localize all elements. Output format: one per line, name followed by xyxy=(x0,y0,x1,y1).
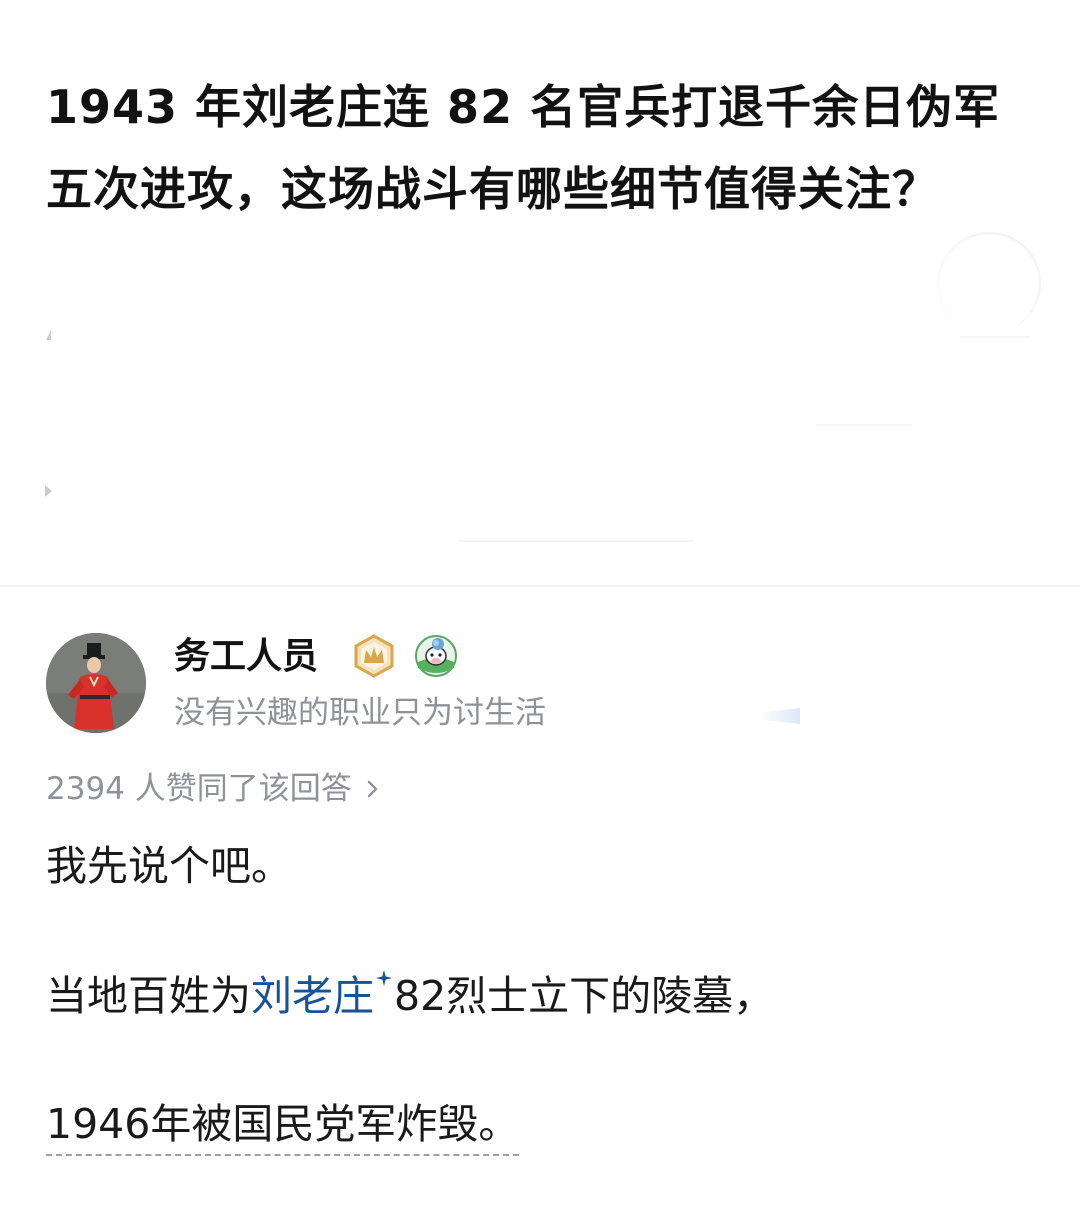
answer-paragraph: 1946年被国民党军炸毁。 xyxy=(46,1094,520,1156)
question-header: 1943 年刘老庄连 82 名官兵打退千余日伪军五次进攻，这场战斗有哪些细节值得… xyxy=(46,66,1006,230)
faded-mark-artifact xyxy=(45,485,52,497)
faded-mark-artifact xyxy=(46,330,51,340)
faded-line-artifact xyxy=(816,424,912,426)
author-bio: 没有兴趣的职业只为讨生活 xyxy=(174,695,546,731)
avatar[interactable] xyxy=(46,633,146,733)
answer-paragraph: 当地百姓为刘老庄 82烈士立下的陵墓， xyxy=(46,966,774,1026)
question-title[interactable]: 1943 年刘老庄连 82 名官兵打退千余日伪军五次进攻，这场战斗有哪些细节值得… xyxy=(46,66,1006,230)
faded-line-artifact xyxy=(960,336,1030,338)
author-name[interactable]: 务工人员 xyxy=(174,632,318,682)
sparkle-icon xyxy=(376,970,392,986)
keyword-link[interactable]: 刘老庄 xyxy=(251,972,374,1020)
highlighted-sentence[interactable]: 1946年被国民党军炸毁。 xyxy=(46,1100,520,1156)
faded-line-artifact xyxy=(458,540,694,542)
answer-paragraph: 我先说个吧。 xyxy=(46,842,292,890)
upvote-summary[interactable]: 2394 人赞同了该回答 xyxy=(46,766,382,812)
upvote-count-text: 2394 人赞同了该回答 xyxy=(46,771,352,807)
author-card: 务工人员 没有兴趣的职业只为讨生活 xyxy=(46,630,1006,740)
section-divider xyxy=(0,585,1080,587)
faded-circle-artifact xyxy=(938,232,1041,334)
chevron-right-icon xyxy=(367,780,377,798)
crown-badge-icon[interactable] xyxy=(352,634,396,678)
avatar-image xyxy=(46,633,146,733)
answer-text: 82烈士立下的陵墓， xyxy=(394,972,775,1020)
cow-badge-icon[interactable] xyxy=(414,634,458,678)
answer-text: 当地百姓为 xyxy=(46,972,251,1020)
